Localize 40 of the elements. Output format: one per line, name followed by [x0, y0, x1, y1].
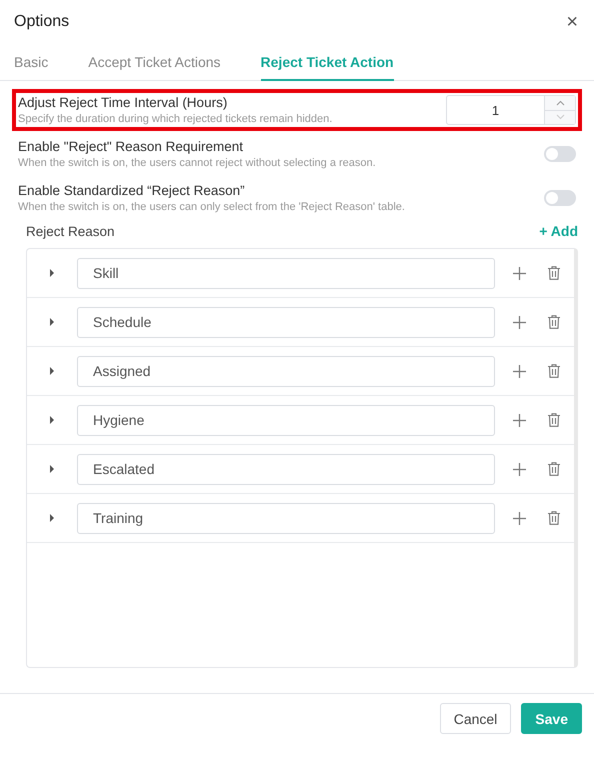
- tab[interactable]: Basic: [14, 44, 48, 81]
- trash-icon[interactable]: [548, 462, 560, 476]
- setting-description: Specify the duration during which rejected tickets remain hidden.: [18, 113, 332, 125]
- chevron-up-icon[interactable]: [556, 100, 564, 106]
- window-title: Options: [14, 13, 70, 31]
- caret-icon[interactable]: [49, 318, 55, 326]
- reason-field[interactable]: Schedule: [77, 306, 495, 338]
- caret-icon[interactable]: [49, 367, 55, 375]
- close-button[interactable]: ×: [564, 12, 580, 32]
- plus-icon[interactable]: [513, 266, 526, 280]
- caret-icon[interactable]: [49, 416, 55, 424]
- plus-icon[interactable]: [513, 512, 526, 524]
- caret-icon[interactable]: [49, 514, 55, 522]
- caret-icon[interactable]: [49, 269, 55, 277]
- caret-icon[interactable]: [49, 465, 55, 473]
- section-title: Reject Reason: [26, 224, 115, 238]
- setting-title: Adjust Reject Time Interval (Hours): [18, 95, 228, 110]
- plus-icon[interactable]: [513, 316, 526, 328]
- reason-field[interactable]: Escalated: [77, 454, 495, 484]
- plus-icon[interactable]: [513, 414, 526, 426]
- plus-icon[interactable]: [513, 462, 526, 476]
- trash-icon[interactable]: [548, 364, 560, 378]
- cancel-button[interactable]: Cancel: [440, 703, 512, 734]
- tab[interactable]: Accept Ticket Actions: [88, 44, 221, 81]
- setting-title: Enable "Reject" Reason Requirement: [18, 139, 244, 154]
- number-input[interactable]: 1: [446, 95, 576, 125]
- trash-icon[interactable]: [548, 511, 560, 525]
- reason-field[interactable]: Training: [77, 502, 495, 534]
- toggle-switch[interactable]: [544, 146, 576, 162]
- reason-field[interactable]: Assigned: [77, 356, 495, 386]
- trash-icon[interactable]: [548, 315, 560, 329]
- trash-icon[interactable]: [548, 413, 560, 427]
- reason-field[interactable]: Skill: [77, 258, 495, 288]
- reason-field[interactable]: Hygiene: [77, 404, 495, 436]
- setting-description: When the switch is on, the users can only select from the 'Reject Reason' table.: [18, 201, 405, 213]
- plus-icon[interactable]: [513, 364, 526, 378]
- trash-icon[interactable]: [548, 266, 560, 280]
- setting-description: When the switch is on, the users cannot reject without selecting a reason.: [18, 157, 376, 169]
- setting-title: Enable Standardized “Reject Reason”: [18, 183, 246, 198]
- toggle-switch[interactable]: [544, 190, 576, 206]
